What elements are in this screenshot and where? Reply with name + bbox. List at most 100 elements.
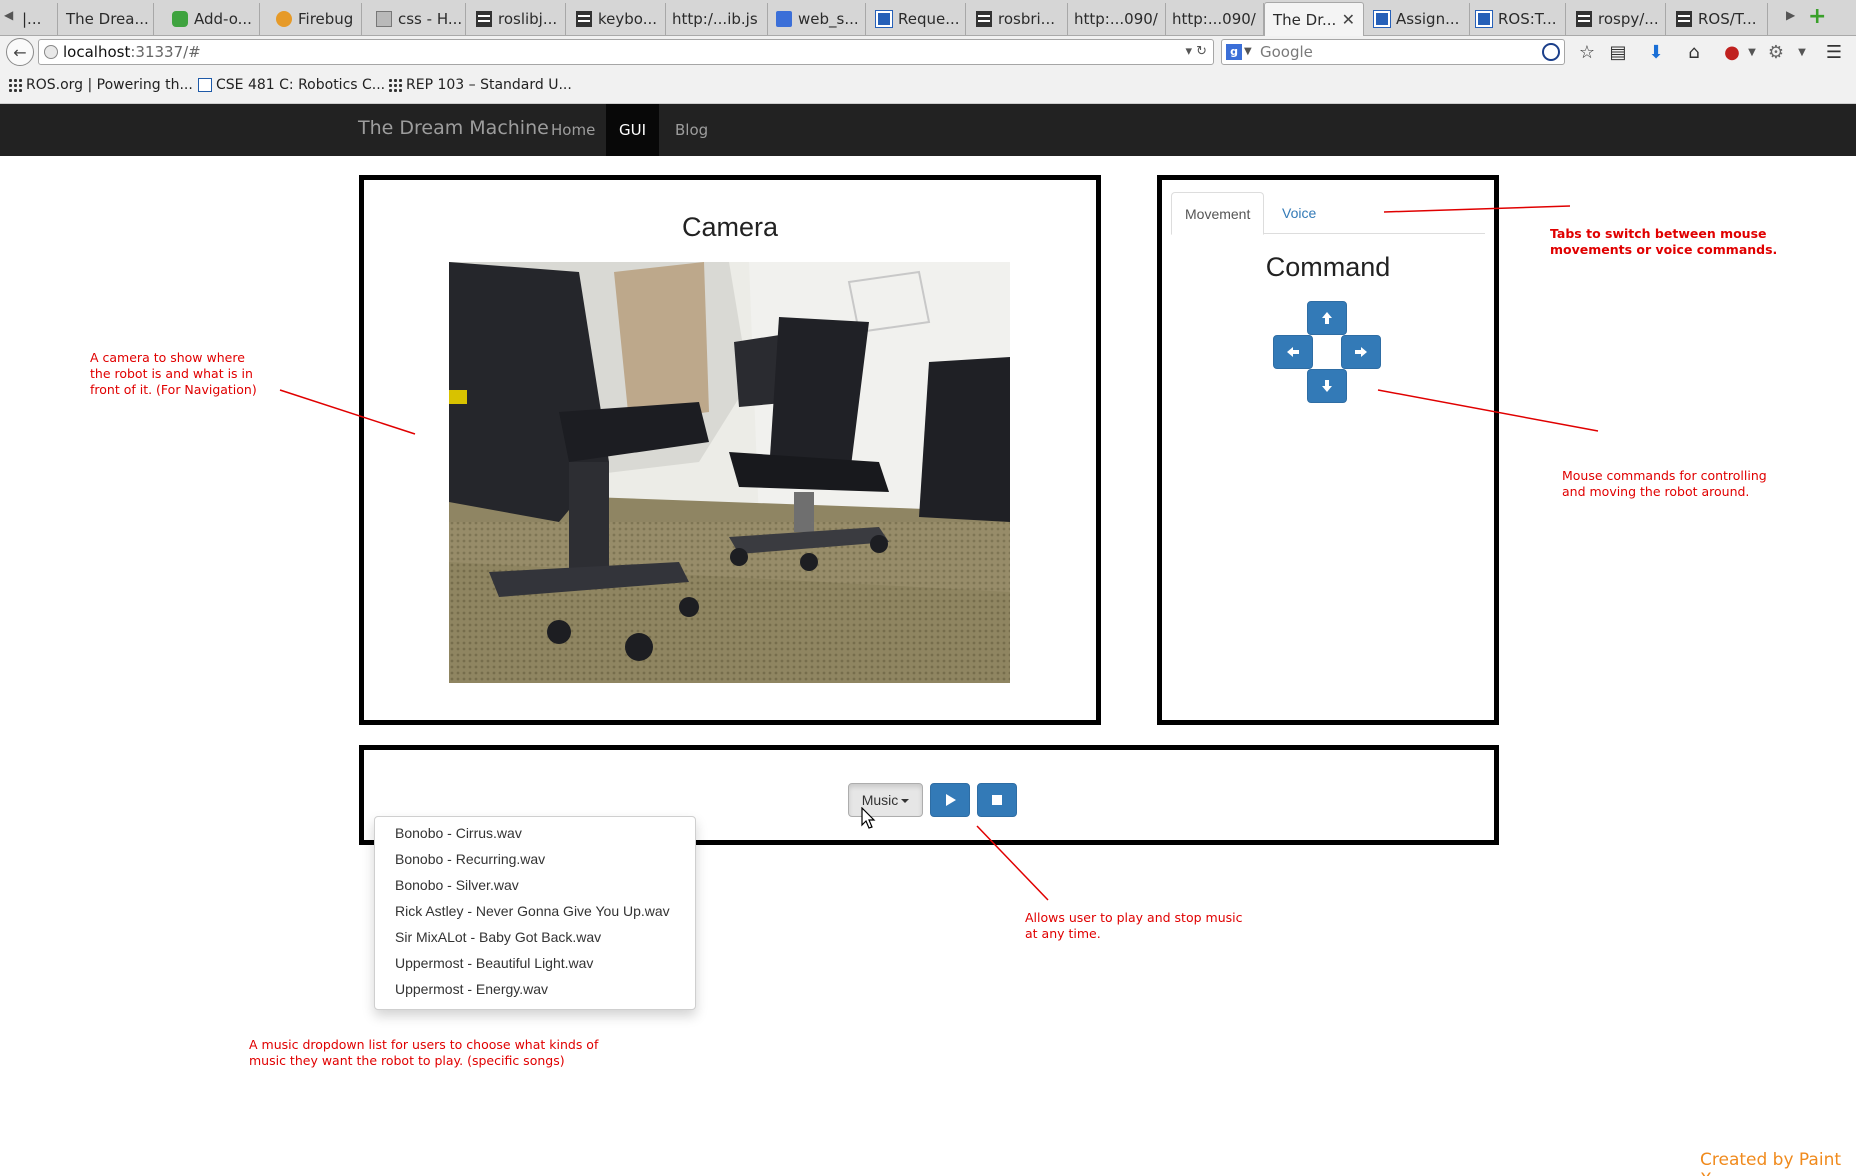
ros-grid-icon (976, 11, 992, 27)
reading-list-icon[interactable]: ▤ (1606, 40, 1630, 64)
browser-tab[interactable]: rospy/... (1568, 3, 1666, 35)
browser-tab[interactable]: Reque... (868, 3, 966, 35)
home-icon[interactable]: ⌂ (1682, 40, 1706, 64)
browser-tab[interactable]: ROS/T... (1668, 3, 1768, 35)
url-dropdown-reload-icon[interactable]: ▾ ↻ (1185, 40, 1207, 64)
mouse-annotation-line: Mouse commands for controlling (1562, 468, 1767, 483)
arrow-up-icon (1322, 312, 1332, 324)
browser-tab[interactable]: ROS:T... (1468, 3, 1566, 35)
browser-tab-label: css - H... (398, 10, 463, 28)
browser-tab[interactable]: roslibj... (468, 3, 566, 35)
browser-tab-label: The Drea... (66, 10, 149, 28)
browser-tab[interactable]: http:/...ib.js (664, 3, 768, 35)
browser-tab-label: http:...090/ (1172, 10, 1256, 28)
ros-grid-icon (576, 11, 592, 27)
tab-voice[interactable]: Voice (1269, 192, 1329, 235)
nav-home[interactable]: Home (538, 104, 608, 156)
tabs-annotation-line: movements or voice commands. (1550, 242, 1778, 257)
browser-tab-active[interactable]: The Dr... ✕ (1264, 2, 1364, 36)
url-host: localhost (63, 43, 131, 61)
bookmark-item[interactable]: ROS.org | Powering th... (8, 77, 193, 93)
tabs-annotation: Tabs to switch between mouse movements o… (1550, 226, 1777, 258)
search-engine-chevron-icon[interactable]: ▼ (1244, 40, 1252, 64)
play-stop-annotation: Allows user to play and stop music at an… (1025, 910, 1242, 942)
browser-tab-label: The Dr... (1273, 10, 1337, 29)
camera-annotation-line: A camera to show where (90, 350, 245, 365)
play-annotation-line: Allows user to play and stop music (1025, 910, 1243, 925)
move-left-button[interactable] (1273, 335, 1313, 369)
nav-gui[interactable]: GUI (606, 104, 660, 156)
extension-chevron-icon[interactable]: ▼ (1790, 40, 1814, 64)
move-right-button[interactable] (1341, 335, 1381, 369)
move-up-button[interactable] (1307, 301, 1347, 335)
download-icon[interactable]: ⬇ (1644, 40, 1668, 64)
song-item[interactable]: Bonobo - Cirrus.wav (375, 820, 695, 846)
page-icon (198, 78, 212, 92)
credit-watermark: Created by Paint X (1700, 1150, 1842, 1176)
nav-blog[interactable]: Blog (662, 104, 721, 156)
tab-movement[interactable]: Movement (1171, 192, 1265, 235)
stop-button[interactable] (977, 783, 1017, 817)
search-bar[interactable]: g ▼ Google (1221, 39, 1565, 65)
play-annotation-line: at any time. (1025, 926, 1101, 941)
song-item[interactable]: Sir MixALot - Baby Got Back.wav (375, 924, 695, 950)
command-tabs: Movement Voice (1171, 192, 1485, 235)
bookmark-star-icon[interactable]: ☆ (1575, 40, 1599, 64)
browser-tab[interactable]: http:...090/ (1066, 3, 1166, 35)
browser-tab[interactable]: rosbri... (968, 3, 1068, 35)
song-item[interactable]: Bonobo - Recurring.wav (375, 846, 695, 872)
song-item[interactable]: Uppermost - Energy.wav (375, 976, 695, 1002)
browser-tab[interactable]: The Drea... (58, 3, 154, 35)
bookmark-item[interactable]: CSE 481 C: Robotics C... (198, 77, 385, 93)
camera-scene (449, 262, 1010, 683)
brand-link[interactable]: The Dream Machine (358, 117, 549, 139)
extension-icon[interactable]: ⚙ (1764, 40, 1788, 64)
tabs-scroll-left-icon[interactable]: ◀ (4, 8, 13, 22)
move-down-button[interactable] (1307, 369, 1347, 403)
browser-tab[interactable]: |... (14, 3, 58, 35)
new-tab-icon[interactable]: + (1808, 4, 1826, 29)
play-button[interactable] (930, 783, 970, 817)
ros-grid-icon (1676, 11, 1692, 27)
ros-dots-icon (388, 78, 402, 92)
browser-toolbar: ← localhost:31337/# ▾ ↻ g ▼ Google ☆ ▤ ⬇… (0, 36, 1856, 68)
search-placeholder: Google (1260, 43, 1313, 61)
back-button[interactable]: ← (6, 38, 34, 66)
music-dropdown-label: Music (861, 792, 899, 808)
ros-dots-icon (8, 78, 22, 92)
browser-tab-label: Assign... (1396, 10, 1460, 28)
url-bar[interactable]: localhost:31337/# ▾ ↻ (38, 39, 1214, 65)
adblock-chevron-icon[interactable]: ▼ (1740, 40, 1764, 64)
camera-annotation-line: front of it. (For Navigation) (90, 382, 257, 397)
dropdown-annotation-line: A music dropdown list for users to choos… (249, 1037, 599, 1052)
browser-tab-label: http:...090/ (1074, 10, 1158, 28)
search-icon[interactable] (1542, 43, 1560, 61)
bookmark-label: ROS.org | Powering th... (26, 77, 193, 93)
browser-tab[interactable]: Firebug (268, 3, 362, 35)
song-item[interactable]: Bonobo - Silver.wav (375, 872, 695, 898)
mouse-annotation-line: and moving the robot around. (1562, 484, 1750, 499)
camera-feed-image (449, 262, 1010, 683)
tabs-scroll-right-icon[interactable]: ▶ (1786, 8, 1795, 22)
browser-tab[interactable]: http:...090/ (1164, 3, 1264, 35)
browser-tab[interactable]: web_s... (768, 3, 866, 35)
close-tab-icon[interactable]: ✕ (1342, 10, 1355, 29)
browser-tab[interactable]: css - H... (368, 3, 466, 35)
browser-tab-label: ROS:T... (1498, 10, 1557, 28)
browser-tab[interactable]: Add-o... (164, 3, 260, 35)
page-icon (1373, 10, 1391, 28)
browser-tab-label: Reque... (898, 10, 960, 28)
dropdown-annotation: A music dropdown list for users to choos… (249, 1037, 598, 1069)
song-item[interactable]: Rick Astley - Never Gonna Give You Up.wa… (375, 898, 695, 924)
browser-tab[interactable]: keybo... (568, 3, 666, 35)
menu-icon[interactable]: ☰ (1822, 40, 1846, 64)
browser-tab-label: rosbri... (998, 10, 1055, 28)
bookmark-item[interactable]: REP 103 – Standard U... (388, 77, 572, 93)
song-item[interactable]: Uppermost - Beautiful Light.wav (375, 950, 695, 976)
music-dropdown-button[interactable]: Music (848, 783, 923, 817)
arrow-left-icon (1287, 347, 1299, 357)
camera-annotation-line: the robot is and what is in (90, 366, 253, 381)
command-panel: Movement Voice Command (1157, 175, 1499, 725)
site-navbar: The Dream Machine Home GUI Blog (0, 104, 1856, 156)
browser-tab[interactable]: Assign... (1366, 3, 1470, 35)
